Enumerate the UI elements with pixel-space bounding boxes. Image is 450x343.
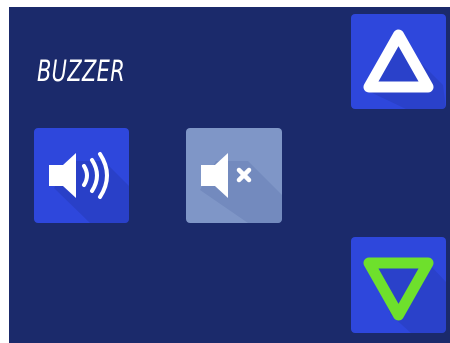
speaker-mute-icon xyxy=(200,153,282,223)
buzzer-title: BUZZER xyxy=(37,54,126,88)
sound-off-button[interactable] xyxy=(186,128,282,223)
sound-on-button[interactable] xyxy=(34,128,129,223)
triangle-up-icon xyxy=(363,29,446,109)
down-button[interactable] xyxy=(351,237,446,333)
triangle-down-icon xyxy=(363,257,446,333)
buzzer-screen: BUZZER xyxy=(9,7,450,343)
speaker-on-icon xyxy=(49,152,129,223)
up-button[interactable] xyxy=(351,14,446,109)
